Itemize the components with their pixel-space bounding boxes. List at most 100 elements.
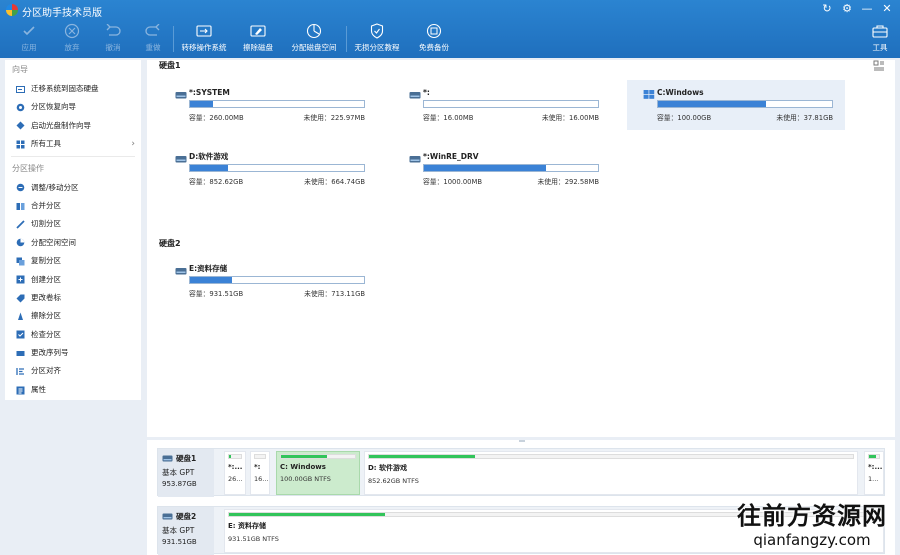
recover-icon xyxy=(16,103,25,112)
app-title: 分区助手技术员版 xyxy=(22,8,102,19)
migrate-os-button[interactable]: 转移操作系统 xyxy=(180,22,228,56)
sidebar-item[interactable]: 合并分区 xyxy=(5,197,141,215)
disk-segment[interactable]: C: Windows 100.00GB NTFS xyxy=(276,451,360,495)
pie-icon xyxy=(305,22,323,40)
tools-button[interactable]: 工具 xyxy=(868,22,892,56)
sidebar-item[interactable]: 切割分区 xyxy=(5,215,141,233)
partition-stats: 容量：931.51GB 未使用：713.11GB xyxy=(189,288,365,298)
sidebar-item[interactable]: 属性 xyxy=(5,381,141,399)
close-icon[interactable]: ✕ xyxy=(880,2,894,16)
partition-card[interactable]: *: 容量：16.00MB 未使用：16.00MB xyxy=(393,80,611,130)
sidebar-item[interactable]: 擦除分区 xyxy=(5,307,141,325)
free-value: 713.11GB xyxy=(331,290,365,298)
free-text: 未使用：225.97MB xyxy=(304,112,366,122)
redo-button[interactable]: 重做 xyxy=(138,22,168,56)
free-text: 未使用：664.74GB xyxy=(304,176,365,186)
wipe-disk-button[interactable]: 擦除磁盘 xyxy=(240,22,276,56)
wizard-list: 迁移系统到固态硬盘 分区恢复向导启动光盘制作向导所有工具 › xyxy=(5,80,141,154)
disk-segment[interactable]: D: 软件游戏 852.62GB NTFS xyxy=(364,451,858,495)
sidebar-section-title: 分区操作 xyxy=(12,163,44,173)
discard-label: 放弃 xyxy=(64,43,80,52)
sidebar-section-title: 向导 xyxy=(12,65,28,74)
free-prefix: 未使用： xyxy=(304,178,332,186)
window-controls: ↻ ⚙ — ✕ xyxy=(820,2,894,16)
sidebar-item[interactable]: 复制分区 xyxy=(5,252,141,270)
sidebar-item[interactable]: 分配空闲空间 xyxy=(5,234,141,252)
migrate-os-label: 转移操作系统 xyxy=(181,43,227,52)
partition-name: *:WinRE_DRV xyxy=(423,152,479,161)
sidebar-item[interactable]: 调整/移动分区 xyxy=(5,179,141,197)
segment-detail: 1... xyxy=(868,475,879,483)
settings-icon[interactable]: ⚙ xyxy=(840,2,854,16)
resize-grip[interactable] xyxy=(519,440,525,442)
ops-list: 调整/移动分区 合并分区 切割分区 分配空闲空间复制分区创建分区 更改卷标 擦除分区 检查分… xyxy=(5,179,141,400)
usage-bar-fill xyxy=(658,101,766,107)
sidebar-item[interactable]: 所有工具 › xyxy=(5,135,141,153)
view-toggle-icon[interactable] xyxy=(873,60,885,72)
cancel-icon xyxy=(63,22,81,40)
free-value: 292.58MB xyxy=(564,178,599,186)
wipe-icon xyxy=(16,312,25,321)
top-bar: 分区助手技术员版 ↻ ⚙ — ✕ 应用 放弃 撤消 重做 转移操作系统 擦除磁盘… xyxy=(0,0,900,58)
toolbar-separator xyxy=(346,26,347,52)
segment-name: *:... xyxy=(228,463,243,471)
lossless-tutorial-label: 无损分区教程 xyxy=(354,43,400,52)
free-value: 225.97MB xyxy=(330,114,365,122)
usage-bar xyxy=(423,100,599,108)
usage-bar xyxy=(189,276,365,284)
watermark-sub: qianfangzy.com xyxy=(753,531,871,549)
refresh-icon[interactable]: ↻ xyxy=(820,2,834,16)
partition-card[interactable]: *:SYSTEM 容量：260.00MB 未使用：225.97MB xyxy=(159,80,377,130)
sidebar-item[interactable]: 更改卷标 xyxy=(5,289,141,307)
sidebar-item[interactable]: 创建分区 xyxy=(5,271,141,289)
disk2-info[interactable]: 硬盘2 基本 GPT 931.51GB xyxy=(158,507,214,555)
disk-segment[interactable]: *: 16... xyxy=(250,451,270,495)
undo-button[interactable]: 撤消 xyxy=(98,22,128,56)
capacity-text: 容量：852.62GB xyxy=(189,176,243,186)
sidebar-item[interactable]: 分区恢复向导 xyxy=(5,98,141,116)
disk1-info[interactable]: 硬盘1 基本 GPT 953.87GB xyxy=(158,449,214,497)
segment-usage-fill xyxy=(229,513,385,516)
disk-segment[interactable]: *:... 1... xyxy=(864,451,884,495)
free-text: 未使用：16.00MB xyxy=(542,112,599,122)
sidebar-item[interactable]: 更改序列号 xyxy=(5,344,141,362)
partition-card[interactable]: E:资料存储 容量：931.51GB 未使用：713.11GB xyxy=(159,256,377,306)
partition-name: C:Windows xyxy=(657,88,704,97)
apply-button[interactable]: 应用 xyxy=(14,22,44,56)
partition-stats: 容量：100.00GB 未使用：37.81GB xyxy=(657,112,833,122)
usage-bar-fill xyxy=(190,101,213,107)
migrate-icon xyxy=(16,85,25,94)
sidebar-item[interactable]: 迁移系统到固态硬盘 xyxy=(5,80,141,98)
sidebar-item-label: 分区恢复向导 xyxy=(31,102,76,112)
lossless-tutorial-button[interactable]: 无损分区教程 xyxy=(353,22,401,56)
create-icon xyxy=(16,275,25,284)
free-prefix: 未使用： xyxy=(304,290,332,298)
align-icon xyxy=(16,367,25,376)
usage-bar xyxy=(189,100,365,108)
allocate-space-button[interactable]: 分配磁盘空间 xyxy=(289,22,339,56)
sidebar-item-label: 复制分区 xyxy=(31,256,61,266)
sidebar-item[interactable]: 启动光盘制作向导 xyxy=(5,117,141,135)
segment-usage-bar xyxy=(254,454,266,459)
sidebar-item-label: 所有工具 xyxy=(31,139,61,149)
discard-button[interactable]: 放弃 xyxy=(57,22,87,56)
disk-segment[interactable]: *:... 26... xyxy=(224,451,246,495)
sidebar-item-label: 迁移系统到固态硬盘 xyxy=(31,84,99,93)
sidebar-item[interactable]: 检查分区 xyxy=(5,326,141,344)
check-icon xyxy=(20,22,38,40)
free-backup-button[interactable]: 免费备份 xyxy=(416,22,452,56)
free-backup-label: 免费备份 xyxy=(419,43,449,52)
sidebar-item[interactable]: 分区对齐 xyxy=(5,362,141,380)
sidebar: 向导 迁移系统到固态硬盘 分区恢复向导启动光盘制作向导所有工具 › 分区操作 调整/… xyxy=(5,60,141,400)
sidebar-item-label: 启动光盘制作向导 xyxy=(31,120,91,130)
partition-card[interactable]: *:WinRE_DRV 容量：1000.00MB 未使用：292.58MB xyxy=(393,144,611,194)
free-value: 664.74GB xyxy=(331,178,365,186)
undo-label: 撤消 xyxy=(105,43,121,52)
minimize-icon[interactable]: — xyxy=(860,2,874,16)
partition-card[interactable]: D:软件游戏 容量：852.62GB 未使用：664.74GB xyxy=(159,144,377,194)
backup-icon xyxy=(425,22,443,40)
wipe-disk-label: 擦除磁盘 xyxy=(243,43,273,52)
partition-stats: 容量：260.00MB 未使用：225.97MB xyxy=(189,112,365,122)
partition-card[interactable]: C:Windows 容量：100.00GB 未使用：37.81GB xyxy=(627,80,845,130)
properties-icon xyxy=(16,386,25,395)
